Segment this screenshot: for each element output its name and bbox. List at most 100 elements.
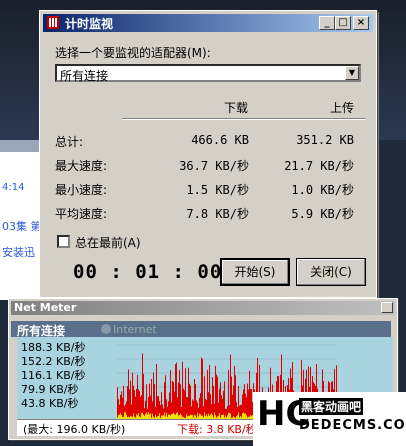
download-bar (250, 388, 251, 419)
download-bar (233, 385, 234, 419)
stat-download-value: 1.5 KB/秒 (186, 183, 249, 197)
internet-label: Internet (113, 323, 157, 336)
download-bar (123, 385, 124, 419)
stat-upload-value: 1.0 KB/秒 (291, 183, 354, 197)
adapter-label: 选择一个要监视的适配器(M): (55, 46, 211, 60)
net-meter-title: Net Meter (14, 301, 77, 314)
download-bar (165, 375, 166, 419)
stat-upload-value: 21.7 KB/秒 (284, 159, 354, 173)
download-bar (158, 396, 159, 419)
download-bar (224, 381, 225, 419)
download-bar (212, 377, 213, 419)
upload-bar (125, 412, 126, 419)
download-bar (231, 376, 232, 419)
download-bar (194, 379, 195, 419)
download-bar (188, 367, 189, 419)
upload-bar (238, 412, 239, 419)
download-bar (235, 375, 236, 419)
net-meter-titlebar[interactable]: Net Meter (11, 301, 395, 315)
download-bar (161, 392, 162, 419)
maximize-button[interactable]: □ (335, 16, 351, 30)
close-icon: × (356, 17, 366, 28)
net-meter-header: 所有连接 Internet (11, 321, 391, 338)
download-bar (157, 396, 158, 419)
download-bar (247, 383, 248, 419)
download-bar (217, 376, 218, 419)
always-on-top-label[interactable]: 总在最前(A) (75, 234, 141, 251)
download-bar (196, 400, 197, 419)
start-button[interactable]: 开始(S) (220, 258, 290, 286)
timer-monitor-dialog: 计时监视 _ □ × 选择一个要监视的适配器(M): 所有连接 ▼ 下载 上传 … (39, 10, 377, 298)
net-meter-close-button[interactable] (381, 302, 393, 313)
minimize-icon: _ (324, 17, 330, 28)
download-bar (205, 398, 206, 419)
internet-icon (101, 324, 111, 334)
download-bar (234, 365, 235, 419)
download-bar (134, 390, 135, 419)
download-bar (203, 406, 204, 419)
background-text-install: 安装迅 (2, 246, 35, 259)
download-bar (153, 372, 154, 419)
download-bar (249, 370, 250, 419)
download-bar (189, 383, 190, 419)
app-icon (47, 16, 59, 29)
download-bar (193, 400, 194, 419)
stat-label: 最大速度: (55, 159, 108, 173)
download-bar (160, 404, 161, 419)
stat-upload-value: 5.9 KB/秒 (291, 207, 354, 221)
column-download-header: 下载 (224, 101, 249, 115)
max-speed-text: (最大: 196.0 KB/秒) (23, 423, 126, 436)
watermark-line-1: 黑客动画吧 (299, 398, 364, 415)
download-bar (176, 362, 177, 419)
watermark-line-2: DEDECMS.COM (299, 418, 406, 433)
download-bar (248, 389, 249, 419)
download-bar (117, 387, 118, 419)
download-bar (127, 386, 128, 419)
download-bar (156, 363, 157, 419)
download-bar (132, 372, 133, 419)
download-bar (185, 368, 186, 419)
adapter-select[interactable]: 所有连接 ▼ (55, 64, 361, 83)
upload-bar (148, 412, 149, 419)
download-bar (187, 397, 188, 419)
dialog-titlebar[interactable]: 计时监视 _ □ × (43, 14, 373, 32)
download-bar (139, 391, 140, 419)
download-bar (142, 353, 143, 419)
download-bar (207, 369, 208, 419)
download-bar (178, 382, 179, 419)
download-bar (179, 369, 180, 419)
column-upload-header: 上传 (330, 101, 355, 115)
download-bar (213, 385, 214, 419)
download-bar (228, 369, 229, 419)
download-bar (241, 404, 242, 419)
y-axis-label: 43.8 KB/秒 (21, 397, 79, 410)
download-bar (172, 380, 173, 419)
upload-bar (177, 412, 178, 419)
minimize-button[interactable]: _ (319, 16, 335, 30)
download-bar (135, 396, 136, 419)
download-bar (239, 405, 240, 419)
download-bar (170, 370, 171, 419)
close-window-button[interactable]: × (353, 16, 369, 30)
download-bar (220, 382, 221, 419)
download-bar (209, 364, 210, 419)
download-bar (137, 374, 138, 419)
stat-label: 最小速度: (55, 183, 108, 197)
download-bar (154, 384, 155, 419)
chevron-down-icon[interactable]: ▼ (345, 66, 359, 80)
header-divider (122, 118, 365, 120)
download-bar (175, 364, 176, 419)
download-bar (190, 385, 191, 419)
close-button[interactable]: 关闭(C) (296, 258, 366, 286)
upload-bar (164, 412, 165, 419)
upload-bar (146, 412, 147, 419)
download-bar (140, 396, 141, 419)
background-text-episode: 03集 第 (2, 220, 42, 233)
always-on-top-checkbox[interactable] (57, 235, 70, 248)
elapsed-timer: 00 : 01 : 00 (73, 261, 223, 283)
site-watermark: HC 黑客动画吧 DEDECMS.COM (253, 392, 406, 446)
download-bar (143, 373, 144, 419)
stat-label: 平均速度: (55, 207, 108, 221)
download-bar (130, 380, 131, 419)
download-bar (251, 389, 252, 419)
